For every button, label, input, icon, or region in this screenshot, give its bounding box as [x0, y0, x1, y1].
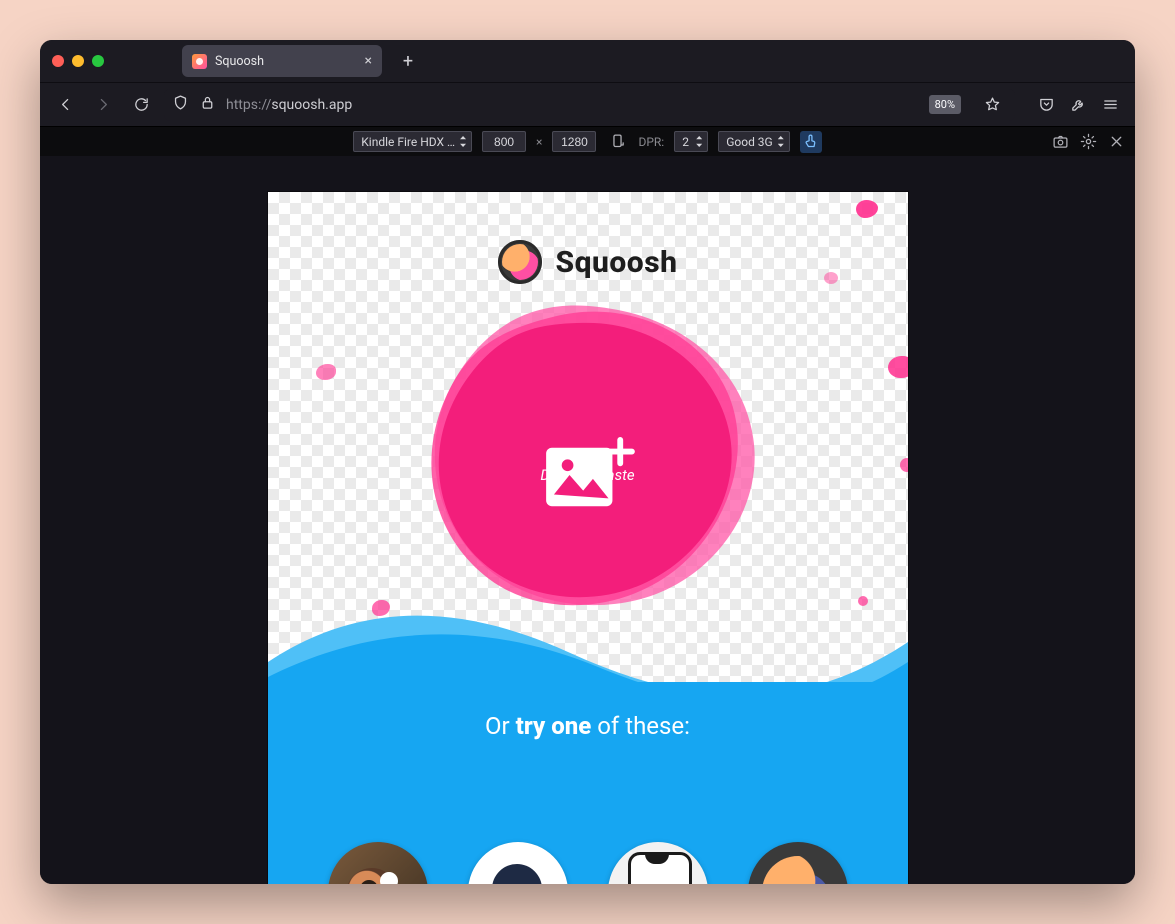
viewport-width-input[interactable]	[482, 131, 526, 152]
tracking-shield-icon[interactable]	[172, 94, 189, 115]
window-zoom-button[interactable]	[92, 55, 104, 67]
customize-wrench-icon[interactable]	[1063, 90, 1093, 120]
screenshot-button[interactable]	[1049, 131, 1071, 153]
add-image-icon	[510, 436, 664, 514]
try-prefix: Or	[485, 712, 516, 740]
try-suffix: of these:	[591, 712, 690, 740]
squoosh-logo-icon	[498, 240, 542, 284]
touch-simulation-toggle[interactable]	[800, 131, 822, 153]
emulated-page: Squoosh	[268, 192, 908, 884]
samples-section: Or try one of these:	[268, 652, 908, 884]
browser-toolbar: https://squoosh.app 80%	[40, 82, 1135, 126]
device-preset-select[interactable]: Kindle Fire HDX …	[353, 131, 472, 152]
throttle-value: Good 3G	[726, 135, 773, 149]
browser-window: Squoosh × + https://squoosh.app 80%	[40, 40, 1135, 884]
tab-favicon-icon	[192, 54, 207, 69]
device-preset-label: Kindle Fire HDX …	[361, 135, 455, 149]
sample-device-screen[interactable]	[608, 842, 708, 884]
drop-target-content: Drop OR Paste	[540, 466, 634, 484]
url-bar[interactable]: https://squoosh.app 80%	[164, 89, 1015, 121]
new-tab-button[interactable]: +	[394, 47, 422, 75]
app-title: Squoosh	[556, 245, 678, 280]
tab-title: Squoosh	[215, 54, 264, 69]
sample-list	[268, 842, 908, 884]
url-host: squoosh.app	[271, 97, 352, 113]
url-protocol: https://	[226, 97, 271, 113]
app-header: Squoosh	[268, 240, 908, 284]
sample-svg-icon[interactable]	[748, 842, 848, 884]
window-titlebar: Squoosh × +	[40, 40, 1135, 82]
responsive-viewport-area: Squoosh	[40, 156, 1135, 884]
bookmark-star-button[interactable]	[977, 90, 1007, 120]
network-throttle-select[interactable]: Good 3G	[718, 131, 790, 152]
rdm-close-button[interactable]	[1105, 131, 1127, 153]
lock-icon[interactable]	[199, 94, 216, 115]
app-menu-button[interactable]	[1095, 90, 1125, 120]
nav-forward-button[interactable]	[88, 90, 118, 120]
sample-artwork[interactable]	[468, 842, 568, 884]
zoom-level-badge[interactable]: 80%	[929, 95, 961, 114]
try-bold: try one	[516, 712, 592, 740]
tab-close-button[interactable]: ×	[365, 53, 372, 69]
rdm-settings-button[interactable]	[1077, 131, 1099, 153]
window-traffic-lights	[52, 55, 104, 67]
drop-paste-target[interactable]: Drop OR Paste	[423, 310, 753, 640]
browser-tab[interactable]: Squoosh ×	[182, 45, 382, 77]
responsive-design-toolbar: Kindle Fire HDX … × DPR: 2 Good 3G	[40, 126, 1135, 156]
dimension-separator: ×	[536, 135, 542, 149]
nav-back-button[interactable]	[50, 90, 80, 120]
toolbar-right-group	[1031, 90, 1125, 120]
window-close-button[interactable]	[52, 55, 64, 67]
url-text: https://squoosh.app	[226, 97, 352, 113]
window-minimize-button[interactable]	[72, 55, 84, 67]
dpr-value: 2	[682, 135, 689, 149]
samples-heading: Or try one of these:	[268, 712, 908, 740]
dpr-select[interactable]: 2	[674, 131, 708, 152]
sample-large-photo[interactable]	[328, 842, 428, 884]
dpr-label: DPR:	[638, 135, 664, 149]
rotate-viewport-button[interactable]	[606, 131, 628, 153]
pocket-icon[interactable]	[1031, 90, 1061, 120]
nav-reload-button[interactable]	[126, 90, 156, 120]
viewport-height-input[interactable]	[552, 131, 596, 152]
